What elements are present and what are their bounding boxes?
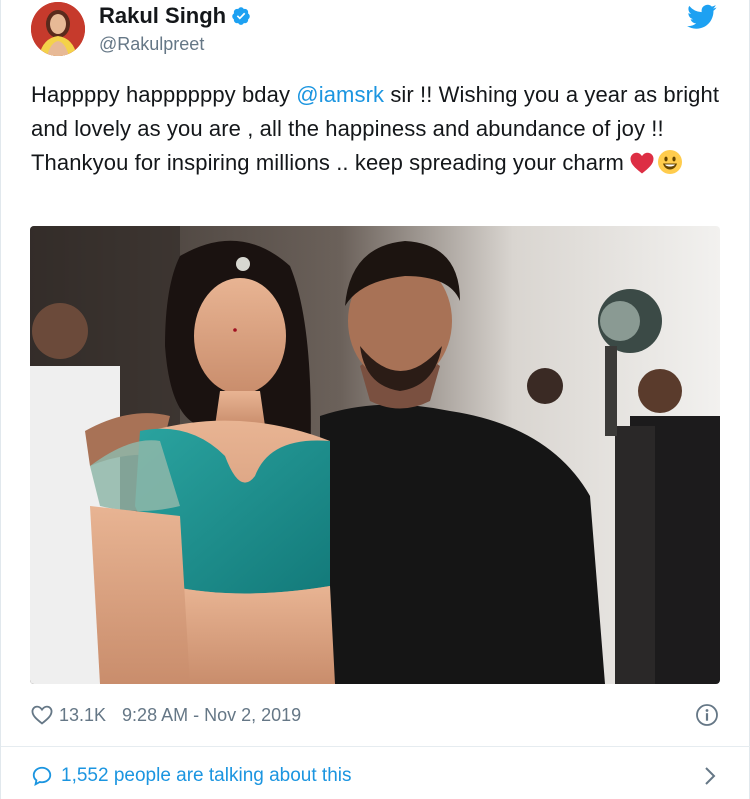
info-icon[interactable] <box>695 703 719 727</box>
conversation-link[interactable]: 1,552 people are talking about this <box>31 762 721 790</box>
red-heart-emoji-icon <box>630 152 654 174</box>
like-heart-icon[interactable] <box>31 705 53 725</box>
tweet-photo[interactable] <box>30 226 720 684</box>
tweet-timestamp[interactable]: 9:28 AM - Nov 2, 2019 <box>122 705 301 726</box>
author-display-name[interactable]: Rakul Singh <box>99 3 226 29</box>
twitter-bird-icon[interactable] <box>687 4 717 30</box>
conversation-count-text: 1,552 people are talking about this <box>61 765 352 786</box>
like-count[interactable]: 13.1K <box>59 705 106 726</box>
speech-bubble-icon <box>32 766 52 787</box>
chevron-right-icon <box>705 767 716 785</box>
verified-badge-icon <box>232 7 250 25</box>
tweet-text-part1: Happppy happppppy bday <box>31 82 297 107</box>
tweet-text: Happppy happppppy bday @iamsrk sir !! Wi… <box>31 78 721 180</box>
mention-link[interactable]: @iamsrk <box>296 82 384 107</box>
smiling-face-emoji-icon <box>658 150 683 174</box>
tweet-meta: 13.1K 9:28 AM - Nov 2, 2019 <box>31 702 301 728</box>
author-avatar[interactable] <box>31 2 85 56</box>
tweet-card: Rakul Singh @Rakulpreet Happppy happpppp… <box>0 0 750 799</box>
footer-divider <box>1 746 750 747</box>
author-handle[interactable]: @Rakulpreet <box>99 34 204 55</box>
author-name-row: Rakul Singh <box>99 3 251 29</box>
